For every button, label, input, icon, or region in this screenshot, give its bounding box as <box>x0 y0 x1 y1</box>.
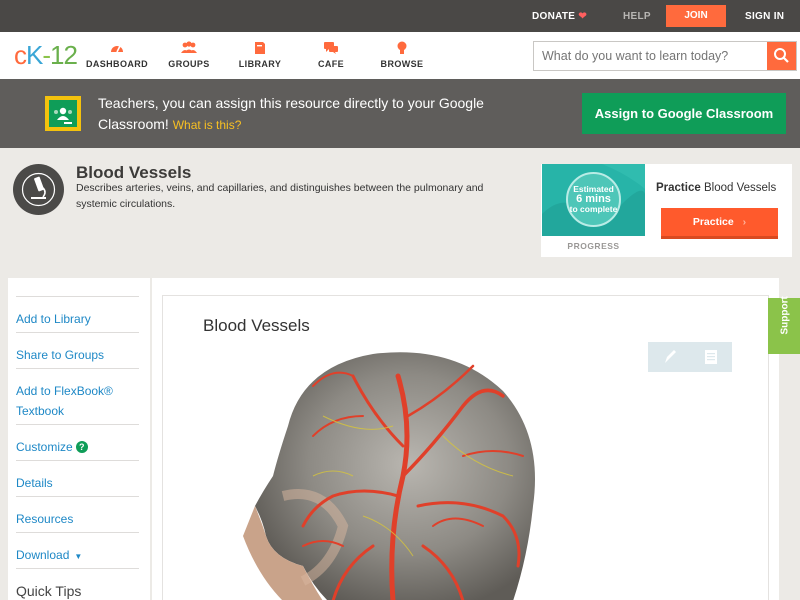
practice-title-rest: Blood Vessels <box>703 182 777 194</box>
nav-library-label: LIBRARY <box>238 59 282 69</box>
browse-icon <box>362 40 442 56</box>
head-blood-vessels-illustration <box>243 352 535 600</box>
caret-down-icon: ▼ <box>74 552 83 561</box>
classroom-banner: Teachers, you can assign this resource d… <box>0 79 800 148</box>
practice-image[interactable]: Estimated 6 mins to complete <box>542 164 645 236</box>
nav-dashboard[interactable]: DASHBOARD <box>77 40 157 69</box>
action-sidebar: Add to Library Share to Groups Add to Fl… <box>8 278 150 600</box>
search-box <box>533 41 797 71</box>
details-link[interactable]: Details <box>16 460 139 496</box>
add-to-flexbook-link[interactable]: Add to FlexBook® Textbook <box>16 368 139 424</box>
search-input[interactable] <box>534 42 768 70</box>
concept-title: Blood Vessels <box>76 163 192 182</box>
nav-groups[interactable]: GROUPS <box>149 40 229 69</box>
nav-groups-label: GROUPS <box>168 59 210 69</box>
classroom-text: Teachers, you can assign this resource d… <box>98 95 484 132</box>
donate-label: DONATE <box>532 11 576 22</box>
practice-title: Practice Blood Vessels <box>656 182 776 194</box>
main-nav: cK-12 DASHBOARD GROUPS LIBRARY CAFE BROW… <box>0 32 800 79</box>
resources-link[interactable]: Resources <box>16 496 139 532</box>
logo-k: K <box>26 40 43 70</box>
share-to-groups-link[interactable]: Share to Groups <box>16 332 139 368</box>
download-label: Download <box>16 548 70 562</box>
microscope-icon <box>13 164 64 215</box>
concept-header: Blood Vessels Describes arteries, veins,… <box>0 148 800 268</box>
cafe-icon <box>291 40 371 56</box>
logo-dash: - <box>42 40 51 70</box>
estimate-badge: Estimated 6 mins to complete <box>566 172 621 227</box>
heart-icon: ❤ <box>578 11 588 22</box>
practice-card: Estimated 6 mins to complete PROGRESS Pr… <box>541 164 792 257</box>
help-icon[interactable]: ? <box>75 441 88 453</box>
support-tab[interactable]: Support <box>768 296 800 354</box>
nav-cafe-label: CAFE <box>317 59 345 69</box>
join-button[interactable]: JOIN <box>666 5 726 27</box>
add-to-library-link[interactable]: Add to Library <box>16 296 139 332</box>
support-label: Support <box>779 296 791 335</box>
dashboard-icon <box>77 40 157 56</box>
practice-button[interactable]: Practice › <box>661 208 778 239</box>
what-is-this-link[interactable]: What is this? <box>173 118 242 132</box>
classroom-message: Teachers, you can assign this resource d… <box>98 93 498 136</box>
concept-description: Describes arteries, veins, and capillari… <box>76 182 484 210</box>
content-card: Blood Vessels <box>162 295 769 600</box>
practice-button-label: Practice <box>692 216 734 228</box>
nav-browse[interactable]: BROWSE <box>362 40 442 69</box>
signin-link[interactable]: SIGN IN <box>745 11 784 22</box>
search-button[interactable] <box>767 42 796 70</box>
assign-classroom-button[interactable]: Assign to Google Classroom <box>582 93 786 134</box>
nav-browse-label: BROWSE <box>380 59 424 69</box>
library-icon <box>220 40 300 56</box>
ck12-logo[interactable]: cK-12 <box>14 40 78 70</box>
logo-c: c <box>14 40 27 70</box>
nav-dashboard-label: DASHBOARD <box>85 59 149 69</box>
top-bar: DONATE ❤ HELP JOIN SIGN IN <box>0 0 800 32</box>
chevron-right-icon: › <box>742 216 747 228</box>
donate-link[interactable]: DONATE ❤ <box>532 11 587 22</box>
nav-library[interactable]: LIBRARY <box>220 40 300 69</box>
download-link[interactable]: Download ▼ <box>16 532 139 568</box>
customize-label: Customize <box>16 440 73 454</box>
nav-cafe[interactable]: CAFE <box>291 40 371 69</box>
google-classroom-icon <box>45 96 81 131</box>
logo-12: 12 <box>50 40 78 70</box>
customize-link[interactable]: Customize? <box>16 424 139 460</box>
help-link[interactable]: HELP <box>623 11 651 22</box>
practice-title-bold: Practice <box>656 182 701 194</box>
content-area: Blood Vessels <box>152 278 779 600</box>
groups-icon <box>149 40 229 56</box>
quick-tips-heading[interactable]: Quick Tips <box>16 568 139 600</box>
progress-label: PROGRESS <box>567 241 620 251</box>
estimate-suffix: to complete <box>569 204 618 214</box>
search-icon <box>774 48 789 63</box>
